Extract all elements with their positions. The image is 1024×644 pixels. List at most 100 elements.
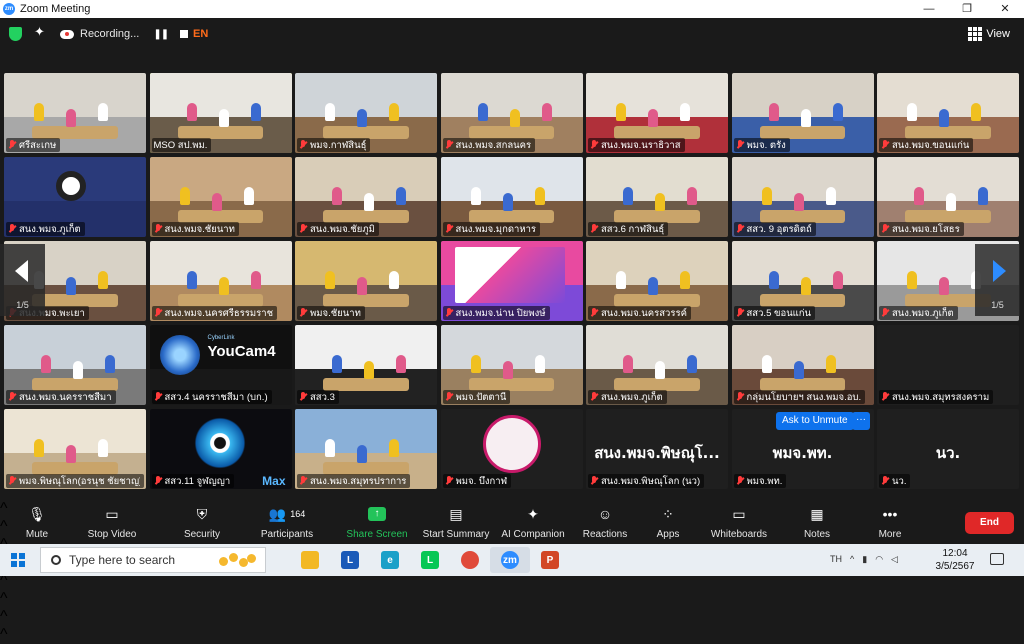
notes-button[interactable]: ▦ Notes: [801, 504, 833, 541]
taskbar-search-box[interactable]: Type here to search: [40, 547, 266, 573]
participant-video-tile[interactable]: สสว. 9 อุตรดิตถ์: [731, 157, 874, 237]
tray-language[interactable]: TH: [830, 554, 842, 565]
start-summary-button[interactable]: ▤ Start Summary: [421, 504, 491, 541]
muted-mic-icon: [590, 392, 598, 402]
participant-video-tile[interactable]: Max สสว.11 จูฬญญา: [149, 409, 292, 489]
ai-companion-icon: ✦: [527, 505, 539, 522]
participant-figure: [364, 193, 374, 211]
participant-video-tile[interactable]: สนง.พมจ.นครศรีธรรมราช: [149, 241, 292, 321]
close-icon[interactable]: ✕: [986, 0, 1024, 18]
participant-video-tile[interactable]: สนง.พมจ.นครสวรรค์: [586, 241, 728, 321]
whiteboards-label: Whiteboards: [710, 529, 768, 540]
start-summary-label: Start Summary: [422, 529, 490, 540]
participant-video-tile[interactable]: พมจ.ชัยนาท: [295, 241, 437, 321]
taskbar-app-chrome[interactable]: [450, 547, 490, 573]
ai-companion-button[interactable]: ✦ AI Companion: [500, 504, 566, 541]
taskbar-app-line[interactable]: L: [410, 547, 450, 573]
participant-video-tile[interactable]: พมจ.ปัตตานี: [440, 325, 583, 405]
participant-video-tile[interactable]: สนง.พมจ.น่าน ปิยพงษ์: [440, 241, 583, 321]
participant-video-tile[interactable]: พมจ. บึงกาฬ: [440, 409, 583, 489]
mute-button[interactable]: 🎙 Mute: [22, 504, 52, 541]
participant-figure: [357, 109, 367, 127]
minimize-icon[interactable]: —: [910, 0, 948, 18]
apps-button[interactable]: ⁘ Apps: [652, 504, 684, 541]
participant-video-tile[interactable]: สนง.พมจ.นครราชสีมา: [4, 325, 146, 405]
participant-video-tile[interactable]: พมจ.พิษณุโลก(อรนุช ชัยชาญ): [4, 409, 146, 489]
previous-page-button[interactable]: 1/5: [0, 244, 45, 316]
more-button[interactable]: ••• More: [874, 504, 906, 540]
participant-video-tile[interactable]: สนง.พมจ.นราธิวาส: [586, 73, 728, 153]
speaker-icon[interactable]: ◁: [891, 554, 898, 565]
ai-sparkle-icon[interactable]: ✦: [34, 24, 45, 40]
participant-video-tile[interactable]: สนง.พมจ.สมุทรสงคราม: [877, 325, 1019, 405]
participant-video-tile[interactable]: ศรีสะเกษ: [4, 73, 146, 153]
participant-video-tile[interactable]: สนง.พมจ.ขอนแก่น: [877, 73, 1019, 153]
participant-figure: [825, 187, 836, 205]
apps-options-chevron-icon[interactable]: ^: [0, 590, 1024, 608]
participant-video-tile[interactable]: CyberLink YouCam4 สสว.4 นครราชสีมา (บก.): [149, 325, 292, 405]
participant-name: สนง.พมจ.นครสวรรค์: [601, 307, 687, 319]
language-interpretation-button[interactable]: EN: [193, 28, 208, 40]
participant-video-tile[interactable]: สสว.5 ขอนแก่น: [731, 241, 874, 321]
security-button[interactable]: ⛨ Security: [180, 504, 224, 541]
participant-name-tag: สนง.พมจ.น่าน ปิยพงษ์: [442, 306, 550, 320]
share-screen-button[interactable]: ↑ Share Screen: [345, 504, 409, 540]
taskbar-app-file-explorer[interactable]: [290, 547, 330, 573]
whiteboards-button[interactable]: ▭ Whiteboards: [708, 504, 770, 541]
participant-video-tile[interactable]: สสว.3: [295, 325, 437, 405]
participant-video-tile[interactable]: กลุ่มนโยบายฯ สนง.พมจ.อบ.: [731, 325, 874, 405]
page-indicator-right: 1/5: [991, 300, 1004, 310]
taskbar-app-l-app[interactable]: L: [330, 547, 370, 573]
participant-figure: [946, 193, 956, 211]
participant-video-tile[interactable]: สนง.พมจ.มุกดาหาร: [440, 157, 583, 237]
windows-start-icon[interactable]: [11, 553, 25, 567]
participant-figure: [680, 271, 690, 289]
wifi-icon[interactable]: ◠: [875, 554, 883, 565]
chevron-up-icon[interactable]: ^: [850, 554, 854, 565]
view-label: View: [986, 28, 1010, 40]
participant-video-tile[interactable]: สนง.พมจ.ภูเก็ต: [586, 325, 728, 405]
participant-video-tile[interactable]: สนง.พมจ.ชัยนาท: [149, 157, 292, 237]
participant-video-tile[interactable]: สนง.พมจ.ชัยภูมิ: [295, 157, 437, 237]
security-shield-icon[interactable]: [9, 27, 22, 41]
participant-video-tile[interactable]: สนง.พมจ.สมุทรปราการ: [295, 409, 437, 489]
participant-figure: [825, 355, 836, 373]
reactions-button[interactable]: ☺ Reactions: [582, 504, 628, 540]
view-button[interactable]: View: [968, 27, 1010, 41]
participant-video-tile[interactable]: สนง.พมจ.ภูเก็ต: [4, 157, 146, 237]
participants-button[interactable]: 👥 164 Participants: [258, 504, 316, 541]
participant-name: สนง.พมจ.สกลนคร: [455, 139, 532, 151]
participant-name-tag: สนง.พมจ.พิษณุโลก (นว): [588, 474, 705, 488]
obs-logo-icon: [56, 171, 86, 201]
next-page-button[interactable]: 1/5: [975, 244, 1020, 316]
end-meeting-button[interactable]: End: [965, 512, 1014, 534]
participant-video-tile[interactable]: พมจ.กาฬสินธุ์: [295, 73, 437, 153]
participant-video-tile[interactable]: สนง.พมจ.พิษณุโ... สนง.พมจ.พิษณุโลก (นว): [586, 409, 728, 489]
participant-video-tile[interactable]: พมจ. ตรัง: [731, 73, 874, 153]
muted-mic-icon: [445, 392, 453, 402]
ask-to-unmute-button[interactable]: Ask to Unmute: [776, 412, 854, 430]
maximize-icon[interactable]: ❐: [948, 0, 986, 18]
notes-options-chevron-icon[interactable]: ^: [0, 626, 1024, 644]
participant-figure: [470, 355, 481, 373]
participant-video-tile[interactable]: MSO สป.พม.: [149, 73, 292, 153]
taskbar-app-edge[interactable]: e: [370, 547, 410, 573]
whiteboards-options-chevron-icon[interactable]: ^: [0, 608, 1024, 626]
presentation-slide: [454, 247, 565, 303]
participant-video-tile[interactable]: สนง.พมจ.ยโสธร: [877, 157, 1019, 237]
participant-video-tile[interactable]: สนง.พมจ.สกลนคร: [440, 73, 583, 153]
stop-video-button[interactable]: ▭ Stop Video: [84, 504, 140, 541]
taskbar-app-powerpoint[interactable]: P: [530, 547, 570, 573]
participant-video-tile[interactable]: สสว.6 กาฬสินธุ์: [586, 157, 728, 237]
tile-more-options-button[interactable]: ···: [852, 412, 870, 430]
pause-recording-icon[interactable]: ❚❚: [153, 29, 169, 40]
taskbar-clock[interactable]: 12:04 3/5/2567: [930, 547, 980, 573]
notification-icon[interactable]: [990, 553, 1004, 565]
participant-video-tile[interactable]: นว. นว.: [877, 409, 1019, 489]
participant-name-tag: สนง.พมจ.นราธิวาส: [588, 138, 685, 152]
stop-recording-icon[interactable]: [180, 30, 189, 38]
chrome-icon: [461, 551, 479, 569]
taskbar-app-zoom[interactable]: zm: [490, 547, 530, 573]
battery-icon[interactable]: ▮: [862, 554, 867, 565]
participant-figure: [250, 103, 261, 121]
